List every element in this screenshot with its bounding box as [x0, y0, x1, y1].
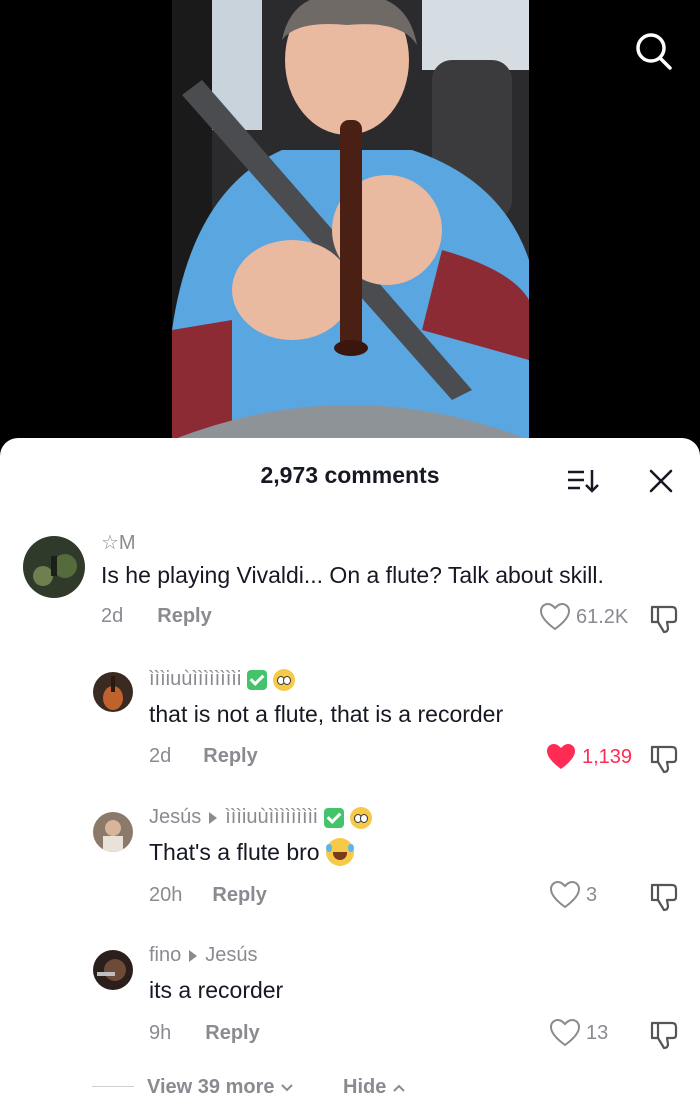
dislike-button[interactable]	[648, 743, 680, 775]
dislike-button[interactable]	[648, 1019, 680, 1051]
avatar-image	[93, 812, 133, 852]
hide-replies-button[interactable]: Hide	[343, 1076, 406, 1099]
reply-button[interactable]: Reply	[212, 884, 266, 907]
pleading-face-emoji-icon	[273, 668, 296, 691]
author-name[interactable]: ☆M	[101, 530, 136, 555]
comment-age: 2d	[101, 605, 124, 627]
close-icon	[649, 469, 673, 493]
reply-to-name[interactable]: ìììiuùììììììììi	[225, 806, 317, 829]
reply-button[interactable]: Reply	[203, 745, 257, 768]
comments-sheet: 2,973 comments ☆M Is he playing Vivaldi.…	[0, 438, 700, 1118]
chevron-down-icon	[281, 1083, 294, 1091]
reply-arrow-icon	[209, 811, 218, 824]
avatar-image	[23, 536, 85, 598]
comment-author[interactable]: ìììiuùììììììììi	[149, 668, 296, 691]
dislike-button[interactable]	[648, 881, 680, 913]
chevron-up-icon	[393, 1084, 406, 1092]
sort-icon	[568, 470, 599, 493]
video-still-image	[172, 0, 529, 440]
like-button[interactable]: 1,139	[546, 743, 632, 771]
reply-arrow-icon	[189, 949, 198, 962]
comment-author[interactable]: ☆M	[101, 530, 136, 555]
like-count: 13	[586, 1021, 609, 1044]
heart-icon	[550, 881, 580, 909]
avatar[interactable]	[93, 812, 133, 852]
pleading-face-emoji-icon	[349, 806, 372, 829]
comment-text: Is he playing Vivaldi... On a flute? Tal…	[101, 562, 604, 588]
like-count: 1,139	[582, 745, 633, 768]
dislike-icon	[650, 883, 678, 912]
like-count: 61.2K	[576, 605, 629, 628]
comment-meta: 9h Reply	[149, 1022, 260, 1045]
comment-age: 20h	[149, 884, 183, 906]
comment-age: 9h	[149, 1022, 172, 1044]
like-button[interactable]: 3	[550, 881, 597, 909]
close-button[interactable]	[646, 466, 676, 496]
dislike-icon	[650, 745, 678, 774]
avatar[interactable]	[23, 536, 85, 598]
heart-icon	[550, 1019, 580, 1047]
reply-button[interactable]: Reply	[205, 1022, 259, 1045]
thread-divider	[92, 1086, 134, 1087]
view-more-replies-button[interactable]: View 39 more	[147, 1076, 294, 1099]
author-name[interactable]: ìììiuùììììììììi	[149, 668, 241, 691]
video-frame[interactable]	[172, 0, 529, 440]
comment-meta: 2d Reply	[149, 745, 258, 768]
comment-age: 2d	[149, 745, 172, 767]
dislike-icon	[650, 605, 678, 634]
comment-text: That's a flute bro	[149, 838, 354, 866]
like-count: 3	[586, 883, 598, 906]
check-badge-icon	[247, 669, 268, 690]
author-name[interactable]: Jesús	[149, 806, 201, 829]
avatar-image	[93, 950, 133, 990]
heart-filled-icon	[547, 744, 575, 769]
dislike-icon	[650, 1021, 678, 1050]
avatar[interactable]	[93, 950, 133, 990]
reply-to-name[interactable]: Jesús	[205, 944, 257, 967]
author-name[interactable]: fino	[149, 944, 181, 967]
video-player[interactable]	[0, 0, 700, 460]
check-badge-icon	[323, 807, 344, 828]
search-button[interactable]	[630, 28, 676, 74]
comment-text: its a recorder	[149, 977, 284, 1003]
comment-text: that is not a flute, that is a recorder	[149, 701, 504, 727]
hide-label: Hide	[343, 1076, 387, 1098]
search-icon	[636, 33, 672, 70]
view-more-label: View 39 more	[147, 1076, 275, 1098]
sort-button[interactable]	[566, 466, 600, 496]
avatar-image	[93, 672, 133, 712]
laughing-emoji-icon	[325, 838, 354, 866]
dislike-button[interactable]	[648, 603, 680, 635]
comment-author[interactable]: fino Jesús	[149, 944, 258, 967]
reply-button[interactable]: Reply	[157, 605, 211, 628]
comment-meta: 2d Reply	[101, 605, 212, 628]
heart-icon	[540, 603, 570, 631]
comment-author[interactable]: Jesús ìììiuùììììììììi	[149, 806, 372, 829]
like-button[interactable]: 61.2K	[540, 603, 628, 631]
comment-text-content: That's a flute bro	[149, 838, 320, 865]
avatar[interactable]	[93, 672, 133, 712]
comment-meta: 20h Reply	[149, 884, 267, 907]
like-button[interactable]: 13	[550, 1019, 608, 1047]
